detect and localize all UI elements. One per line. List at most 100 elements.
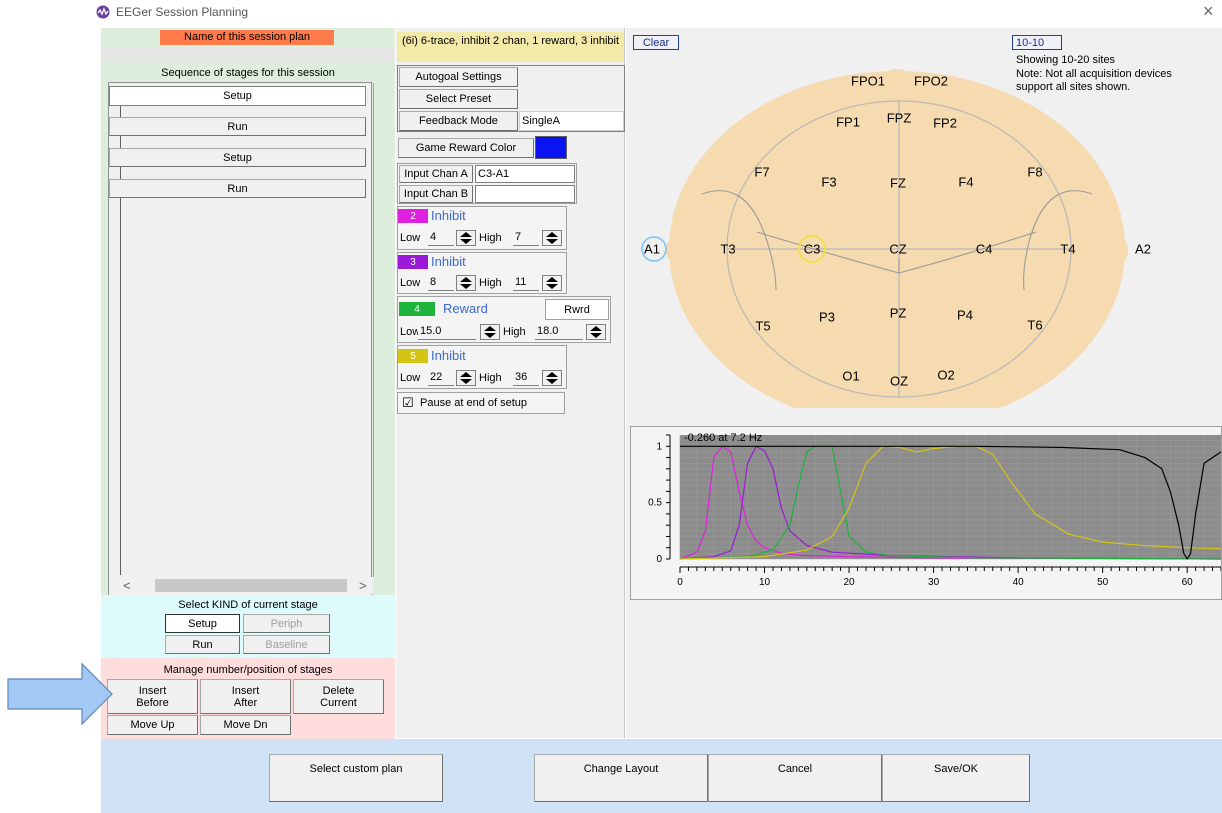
band-2-high-label: High [479,232,502,244]
site-fpo1[interactable]: FPO1 [851,74,885,89]
site-c4[interactable]: C4 [976,242,993,257]
x-tick-label: 50 [1097,577,1109,588]
site-t3[interactable]: T3 [720,242,735,257]
site-f8[interactable]: F8 [1027,165,1042,180]
scroll-left-icon[interactable]: < [123,578,131,593]
band-4-high-spinner[interactable] [586,324,606,340]
cancel-button[interactable]: Cancel [708,754,882,802]
site-pz[interactable]: PZ [890,306,907,321]
input-chan-b-button[interactable]: Input Chan B [399,185,473,203]
move-dn-button[interactable]: Move Dn [200,715,291,735]
kind-run-button[interactable]: Run [165,635,240,654]
site-fpz[interactable]: FPZ [887,111,912,126]
select-preset-button[interactable]: Select Preset [399,89,518,109]
app-icon [96,5,110,19]
band-3-low-field[interactable]: 8 [428,275,454,291]
scroll-thumb[interactable] [155,579,347,592]
title-bar: EEGer Session Planning × [0,0,1222,24]
band-4-low-spinner[interactable] [480,324,500,340]
input-chan-a-field[interactable]: C3-A1 [475,165,575,183]
stage-item[interactable]: Setup [109,148,366,167]
close-icon[interactable]: × [1203,1,1214,22]
band-5-low-spinner[interactable] [456,370,476,386]
site-f7[interactable]: F7 [754,165,769,180]
band-2-type: Inhibit [431,208,466,223]
band-2-high-spinner[interactable] [542,230,562,246]
band-3-number: 3 [398,255,428,269]
site-fz[interactable]: FZ [890,176,906,191]
sequence-label: Sequence of stages for this session [161,67,335,79]
site-t6[interactable]: T6 [1027,318,1042,333]
site-o2[interactable]: O2 [937,368,954,383]
insert-before-label-2: Before [136,696,169,709]
site-cz[interactable]: CZ [889,242,906,257]
insert-before-button[interactable]: Insert Before [107,679,198,714]
band-5-low-field[interactable]: 22 [428,370,454,386]
site-t4[interactable]: T4 [1060,242,1075,257]
stage-item[interactable]: Setup [109,86,366,106]
site-oz[interactable]: OZ [890,374,908,389]
plan-name-field[interactable] [101,47,395,61]
stage-item[interactable]: Run [109,117,366,136]
site-f4[interactable]: F4 [958,175,973,190]
band-2-low-spinner[interactable] [456,230,476,246]
input-chan-b-field[interactable] [475,185,575,203]
site-a1[interactable]: A1 [644,242,660,257]
change-layout-button[interactable]: Change Layout [534,754,708,802]
game-reward-color-swatch[interactable] [535,136,567,159]
game-reward-color-button[interactable]: Game Reward Color [398,138,534,158]
band-4-rwrd-button[interactable]: Rwrd [545,299,609,320]
band-3-high-label: High [479,277,502,289]
band-5-high-spinner[interactable] [542,370,562,386]
site-f3[interactable]: F3 [821,175,836,190]
band-5-low-label: Low [400,372,421,384]
x-tick-label: 30 [928,577,940,588]
y-tick-label: 0 [656,554,662,565]
band-4-low-field[interactable]: 15.0 [418,324,476,340]
stage-item[interactable]: Run [109,179,366,198]
site-c3[interactable]: C3 [804,242,821,257]
filter-response-chart: 0 10 20 30 40 50 60 0 0.5 1 -0.260 at 7.2 Hz [630,426,1222,600]
input-chan-a-button[interactable]: Input Chan A [399,165,473,183]
site-p4[interactable]: P4 [957,308,973,323]
band-3-type: Inhibit [431,254,466,269]
autogoal-settings-button[interactable]: Autogoal Settings [399,67,518,87]
y-tick-label: 0.5 [648,498,662,509]
band-5-high-field[interactable]: 36 [513,370,539,386]
move-up-button[interactable]: Move Up [107,715,198,735]
band-3-high-field[interactable]: 11 [513,275,539,291]
pointer-arrow-icon [6,662,116,726]
scroll-right-icon[interactable]: > [359,578,367,593]
band-2-high-field[interactable]: 7 [513,230,539,246]
delete-current-button[interactable]: Delete Current [293,679,384,714]
kind-setup-button[interactable]: Setup [165,614,240,633]
site-fp1[interactable]: FP1 [836,115,860,130]
y-tick-label: 1 [656,441,662,452]
x-tick-label: 0 [677,577,683,588]
delete-current-label: Delete [322,684,355,697]
band-2-low-field[interactable]: 4 [428,230,454,246]
site-o1[interactable]: O1 [842,369,859,384]
pause-checkbox[interactable]: ☑ [402,395,414,411]
select-custom-plan-button[interactable]: Select custom plan [269,754,443,802]
site-t5[interactable]: T5 [755,319,770,334]
band-4-high-field[interactable]: 18.0 [535,324,583,340]
band-3-high-spinner[interactable] [542,275,562,291]
manage-label: Manage number/position of stages [163,664,333,676]
site-fpo2[interactable]: FPO2 [914,74,948,89]
insert-after-label-2: After [233,696,258,709]
band-3-low-spinner[interactable] [456,275,476,291]
site-a2[interactable]: A2 [1135,242,1151,257]
insert-after-button[interactable]: Insert After [200,679,291,714]
horizontal-scrollbar[interactable]: < > [119,577,373,594]
band-4-number: 4 [399,302,435,316]
site-p3[interactable]: P3 [819,310,835,325]
site-fp2[interactable]: FP2 [933,116,957,131]
feedback-mode-button[interactable]: Feedback Mode [399,111,518,131]
save-ok-button[interactable]: Save/OK [882,754,1030,802]
kind-periph-button[interactable]: Periph [243,614,330,633]
kind-baseline-button[interactable]: Baseline [243,635,330,654]
band-4-type: Reward [443,301,488,316]
pause-label: Pause at end of setup [420,397,528,409]
x-tick-label: 60 [1182,577,1194,588]
